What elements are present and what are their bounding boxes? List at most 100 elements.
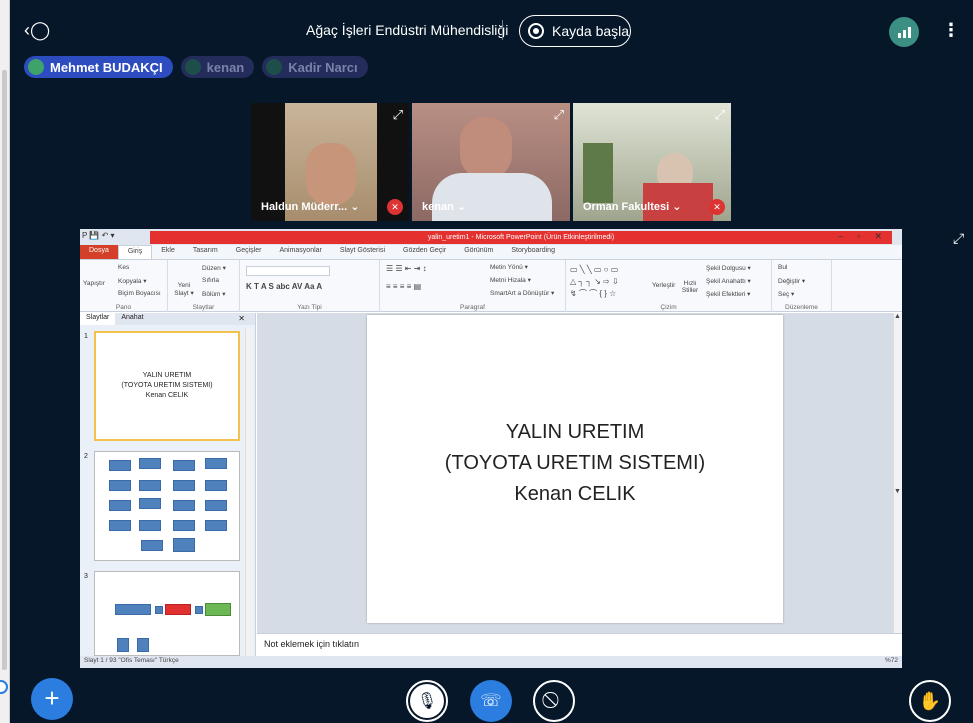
canvas-scrollbar[interactable]: ▲ ▼: [893, 313, 902, 633]
talking-indicators: Mehmet BUDAKÇI kenan Kadir Narcı: [24, 56, 368, 78]
panel-scrollbar[interactable]: [245, 329, 253, 656]
slide-thumbnail[interactable]: [94, 451, 240, 561]
shape-outline-button[interactable]: Şekil Anahattı ▾: [706, 277, 751, 285]
section-button[interactable]: Bölüm ▾: [202, 290, 226, 298]
tab-animasyonlar[interactable]: Animasyonlar: [270, 245, 330, 259]
current-slide[interactable]: YALIN URETIM (TOYOTA URETIM SISTEMI) Ken…: [367, 315, 783, 623]
raise-hand-button[interactable]: ✋: [909, 680, 951, 722]
diagram-box: [109, 500, 131, 511]
list-buttons[interactable]: ☰ ☰ ⇤ ⇥ ↕: [386, 264, 427, 273]
diagram-box: [173, 520, 195, 531]
options-menu-icon[interactable]: ⋮: [942, 20, 960, 41]
tab-slaytlar[interactable]: Slaytlar: [80, 313, 116, 325]
tab-giris[interactable]: Giriş: [117, 245, 153, 259]
person-figure: [306, 143, 356, 205]
connection-status-icon[interactable]: [889, 17, 919, 47]
record-button[interactable]: Kayda başla: [519, 15, 631, 47]
group-duzenleme: Bul Değiştir ▾ Seç ▾ Düzenleme: [772, 260, 832, 312]
video-name: Orman Fakultesi ⌄: [583, 201, 682, 213]
scrollbar-thumb[interactable]: [2, 70, 7, 670]
leave-audio-button[interactable]: ☏: [470, 680, 512, 722]
group-label: Çizim: [660, 304, 677, 311]
window-controls[interactable]: –▫✕: [838, 231, 896, 242]
thumbnail-line: Kenan CELIK: [145, 392, 189, 399]
tab-storyboarding[interactable]: Storyboarding: [502, 245, 564, 259]
expand-icon[interactable]: ⤢: [715, 107, 725, 123]
close-panel-icon[interactable]: ✕: [232, 313, 251, 324]
format-painter-button[interactable]: Biçim Boyacısı: [118, 290, 161, 297]
top-bar: ‹◯ Ağaç İşleri Endüstri Mühendisliği Kay…: [0, 0, 973, 56]
arrange-button[interactable]: Yerleştir: [652, 282, 675, 289]
participant-chip[interactable]: kenan: [180, 56, 255, 78]
tab-gecisler[interactable]: Geçişler: [227, 245, 271, 259]
align-buttons[interactable]: ≡ ≡ ≡ ≡ ▤: [386, 282, 421, 291]
replace-button[interactable]: Değiştir ▾: [778, 277, 805, 285]
participant-chip[interactable]: Mehmet BUDAKÇI: [24, 56, 173, 78]
notes-field[interactable]: Not eklemek için tıklatın: [257, 633, 902, 656]
tab-tasarim[interactable]: Tasarım: [184, 245, 227, 259]
shapes-gallery[interactable]: ▭ ╲ ╲ ▭ ○ ▭ △ ┐ ┐ ↘ ⇨ ⇩ ↯ ⌒ ⌒ { } ☆: [570, 264, 619, 300]
mute-button[interactable]: 🎙: [406, 680, 448, 722]
video-tile[interactable]: ⤢ Orman Fakultesi ⌄ ✕: [573, 103, 731, 221]
smartart-button[interactable]: SmartArt a Dönüştür ▾: [490, 289, 554, 297]
diagram-box: [205, 480, 227, 491]
expand-icon[interactable]: ⤢: [393, 107, 403, 123]
diagram-box: [109, 520, 131, 531]
select-button[interactable]: Seç ▾: [778, 290, 794, 298]
font-name-field[interactable]: [246, 266, 330, 276]
diagram-box: [137, 638, 149, 652]
paste-button[interactable]: Yapıştır: [83, 280, 105, 287]
slide-thumbnail[interactable]: YALIN URETIM (TOYOTA URETIM SISTEMI) Ken…: [94, 331, 240, 441]
layout-button[interactable]: Düzen ▾: [202, 264, 226, 272]
fullscreen-icon[interactable]: ⤢: [953, 230, 964, 247]
tab-slayt-gosterisi[interactable]: Slayt Gösterisi: [331, 245, 394, 259]
browser-scroll-edge[interactable]: [0, 0, 10, 723]
cut-button[interactable]: Kes: [118, 264, 129, 271]
diagram-box: [139, 458, 161, 469]
phone-icon: ☏: [480, 691, 502, 710]
tab-anahat[interactable]: Anahat: [115, 313, 149, 325]
thumbnail-line: YALIN URETIM: [142, 372, 192, 379]
ribbon: Yapıştır Kes Kopyala ▾ Biçim Boyacısı Pa…: [80, 260, 902, 312]
video-name: kenan ⌄: [422, 201, 467, 213]
mic-off-icon: 🎙: [410, 684, 444, 718]
ribbon-tabs: Dosya Giriş Ekle Tasarım Geçişler Animas…: [80, 245, 902, 260]
shape-fill-button[interactable]: Şekil Dolgusu ▾: [706, 264, 751, 272]
diagram-box: [173, 460, 195, 471]
muted-mic-icon: ✕: [387, 199, 403, 215]
group-yazi-tipi: K T A S abc AV Aa A Yazı Tipi: [240, 260, 380, 312]
tab-ekle[interactable]: Ekle: [152, 245, 184, 259]
diagram-box: [139, 498, 161, 509]
zoom-level[interactable]: %72: [885, 657, 898, 664]
text-direction-button[interactable]: Metin Yönü ▾: [490, 263, 528, 271]
participant-chip[interactable]: Kadir Narcı: [262, 56, 368, 78]
align-text-button[interactable]: Metni Hizala ▾: [490, 276, 531, 284]
group-label: Paragraf: [460, 304, 485, 311]
tab-gorunum[interactable]: Görünüm: [455, 245, 502, 259]
quick-styles-button[interactable]: Hızlı Stiller: [680, 280, 700, 294]
copy-button[interactable]: Kopyala ▾: [118, 277, 147, 285]
diagram-box: [117, 638, 129, 652]
status-bar: Slayt 1 / 93 "Ofis Teması" Türkçe %72: [80, 656, 902, 668]
quick-access-icons[interactable]: P 💾 ↶ ▾: [82, 231, 115, 240]
diagram-box: [139, 480, 161, 491]
ppt-window-title: yalin_uretim1 - Microsoft PowerPoint (Ür…: [150, 231, 892, 244]
reset-button[interactable]: Sıfırla: [202, 277, 219, 284]
expand-icon[interactable]: ⤢: [554, 107, 564, 123]
camera-button[interactable]: ⃠: [533, 680, 575, 722]
find-button[interactable]: Bul: [778, 264, 787, 271]
font-style-buttons[interactable]: K T A S abc AV Aa A: [246, 282, 322, 291]
screenshare-powerpoint: P 💾 ↶ ▾ yalin_uretim1 - Microsoft PowerP…: [80, 229, 902, 668]
tab-gozden-gecir[interactable]: Gözden Geçir: [394, 245, 455, 259]
shape-effects-button[interactable]: Şekil Efektleri ▾: [706, 290, 750, 298]
record-icon: [528, 23, 544, 39]
diagram-box: [139, 520, 161, 531]
new-slide-button[interactable]: Yeni Slayt ▾: [173, 282, 195, 297]
tab-dosya[interactable]: Dosya: [80, 245, 118, 259]
slide-thumbnail[interactable]: [94, 571, 240, 656]
video-tile[interactable]: ⤢ kenan ⌄: [412, 103, 570, 221]
video-tile[interactable]: ⤢ Haldun Müderr... ⌄ ✕: [251, 103, 409, 221]
slide-number: 3: [84, 573, 88, 580]
actions-plus-button[interactable]: +: [31, 678, 73, 720]
users-back-icon[interactable]: ‹◯: [24, 20, 50, 41]
